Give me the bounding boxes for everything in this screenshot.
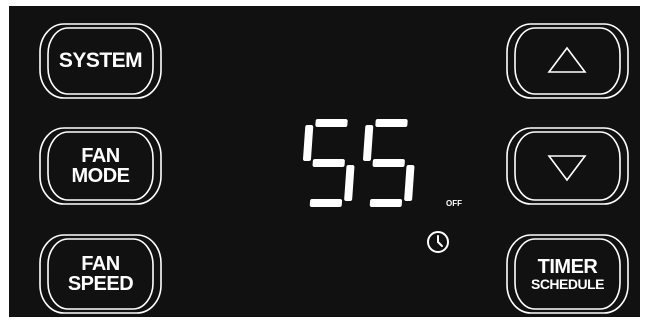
system-label-text: SYSTEM xyxy=(58,49,143,73)
system-button[interactable]: SYSTEM xyxy=(38,22,163,100)
temperature-digits xyxy=(302,119,415,207)
timer-label-line2: SCHEDULE xyxy=(530,276,605,293)
button-frame xyxy=(506,23,629,99)
temperature-digit xyxy=(362,119,415,207)
temperature-up-button[interactable] xyxy=(505,22,630,100)
digit-segment-a xyxy=(375,119,408,127)
fan-speed-line2: SPEED xyxy=(67,273,134,295)
digit-segment-g xyxy=(372,159,405,167)
button-frame xyxy=(506,127,629,205)
clock-icon xyxy=(427,231,449,253)
digit-segment-a xyxy=(315,119,348,127)
fan-mode-line1: FAN xyxy=(81,144,120,167)
fan-mode-button[interactable]: FAN MODE xyxy=(38,126,163,206)
temperature-down-button[interactable] xyxy=(505,126,630,206)
triangle-down-icon xyxy=(547,155,587,182)
digit-segment-c xyxy=(344,165,355,201)
timer-schedule-button[interactable]: TIMER SCHEDULE xyxy=(505,233,630,315)
fan-speed-button[interactable]: FAN SPEED xyxy=(38,233,163,315)
timer-label-line1: TIMER xyxy=(537,255,598,278)
fan-speed-label: FAN SPEED xyxy=(38,233,163,315)
temperature-display xyxy=(302,119,415,207)
digit-segment-g xyxy=(312,159,345,167)
fan-mode-line2: MODE xyxy=(71,165,131,187)
status-off-label: OFF xyxy=(446,199,462,208)
digit-segment-d xyxy=(309,199,343,207)
fan-mode-label: FAN MODE xyxy=(38,126,163,206)
digit-segment-f xyxy=(362,125,374,161)
timer-schedule-label: TIMER SCHEDULE xyxy=(505,233,630,315)
digit-segment-c xyxy=(404,165,415,201)
system-label: SYSTEM xyxy=(38,22,163,100)
digit-segment-f xyxy=(302,125,314,161)
digit-segment-d xyxy=(369,199,403,207)
fan-speed-line1: FAN xyxy=(81,252,120,275)
triangle-up-icon xyxy=(547,46,587,73)
temperature-digit xyxy=(302,119,355,207)
